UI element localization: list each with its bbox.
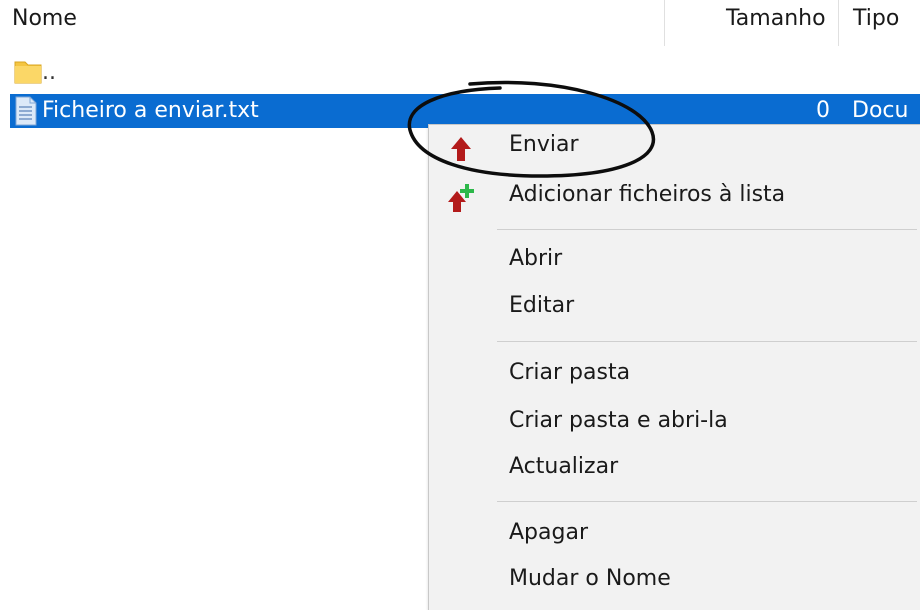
folder-icon: [14, 61, 42, 84]
menu-item-actualizar[interactable]: Actualizar: [429, 447, 920, 491]
menu-item-label: Editar: [509, 293, 575, 318]
column-divider[interactable]: [838, 0, 839, 46]
file-size: 0: [816, 98, 830, 123]
list-item-selected-file[interactable]: Ficheiro a enviar.txt 0 Docu: [10, 94, 920, 128]
menu-item-enviar[interactable]: Enviar: [429, 125, 920, 169]
menu-item-criar-pasta[interactable]: Criar pasta: [429, 353, 920, 397]
document-icon: [15, 96, 37, 126]
menu-item-label: Criar pasta: [509, 360, 631, 385]
menu-item-criar-pasta-abrir[interactable]: Criar pasta e abri-la: [429, 401, 920, 445]
file-name: ..: [42, 60, 56, 85]
column-header-name[interactable]: Nome: [12, 6, 77, 31]
menu-item-label: Enviar: [509, 132, 579, 157]
menu-item-mudar-nome[interactable]: Mudar o Nome: [429, 559, 920, 603]
menu-separator: [497, 341, 917, 342]
menu-item-label: Adicionar ficheiros à lista: [509, 182, 786, 207]
column-header: Nome Tamanho Tipo: [0, 0, 920, 46]
column-divider[interactable]: [664, 0, 665, 46]
menu-item-apagar[interactable]: Apagar: [429, 513, 920, 557]
file-name: Ficheiro a enviar.txt: [42, 98, 259, 123]
menu-item-label: Actualizar: [509, 454, 619, 479]
menu-separator: [497, 501, 917, 502]
file-type: Docu: [852, 98, 909, 123]
upload-arrow-icon: [451, 137, 471, 161]
menu-item-editar[interactable]: Editar: [429, 286, 920, 330]
column-header-size[interactable]: Tamanho: [726, 6, 826, 31]
add-to-list-icon: [448, 184, 474, 212]
column-header-type[interactable]: Tipo: [853, 6, 899, 31]
menu-item-label: Criar pasta e abri-la: [509, 408, 728, 433]
menu-item-abrir[interactable]: Abrir: [429, 239, 920, 283]
list-item-parent-folder[interactable]: ..: [10, 56, 920, 90]
menu-item-label: Mudar o Nome: [509, 566, 671, 591]
menu-separator: [497, 229, 917, 230]
context-menu: Enviar Adicionar ficheiros à lista Abrir…: [428, 124, 920, 610]
menu-item-label: Abrir: [509, 246, 563, 271]
menu-item-label: Apagar: [509, 520, 588, 545]
menu-item-adicionar[interactable]: Adicionar ficheiros à lista: [429, 175, 920, 219]
